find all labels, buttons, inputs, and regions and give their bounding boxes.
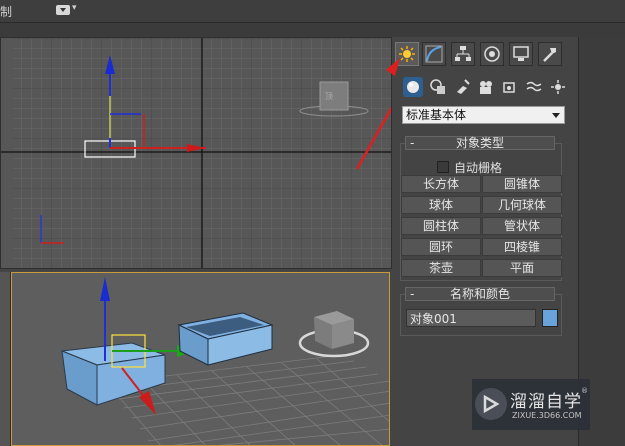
systems-icon [551,80,565,94]
annotation-arrowhead [386,58,400,76]
autogrid-checkbox[interactable] [437,161,449,173]
watermark-logo-icon [475,388,507,420]
workspace-dropdown[interactable] [56,5,70,15]
pyramid-button[interactable]: 四棱锥 [482,238,562,256]
collapse-toggle[interactable]: - [410,288,414,300]
toolbar-strip [0,23,625,37]
systems-subtab[interactable] [548,77,568,97]
sphere-button[interactable]: 球体 [401,196,481,214]
cone-button[interactable]: 圆锥体 [482,175,562,193]
menu-bar: 制 ▾ [0,0,625,23]
watermark-registered: ® [581,387,588,395]
modify-icon [425,45,443,63]
lights-icon [457,79,470,94]
helpers-icon [503,82,515,93]
name-color-header[interactable]: - 名称和颜色 [405,287,555,301]
display-icon [513,46,529,61]
plane-button[interactable]: 平面 [482,259,562,277]
chevron-down-icon [552,113,560,118]
cameras-icon [480,81,492,94]
modify-tab[interactable] [422,42,446,66]
utilities-tab[interactable] [538,42,562,66]
geosphere-button[interactable]: 几何球体 [482,196,562,214]
object-name-input[interactable] [406,309,536,327]
hierarchy-tab[interactable] [451,42,475,66]
top-viewport-canvas: 顶 [1,38,391,268]
box-button[interactable]: 长方体 [401,175,481,193]
cameras-subtab[interactable] [476,77,496,97]
autogrid-label: 自动栅格 [454,161,503,175]
torus-button[interactable]: 圆环 [401,238,481,256]
spacewarps-subtab[interactable] [524,77,544,97]
menu-label-fragment[interactable]: 制 [0,3,12,20]
collapse-toggle[interactable]: - [410,137,414,149]
category-dropdown-value: 标准基本体 [406,108,467,122]
display-tab[interactable] [509,42,533,66]
name-color-rollout: - 名称和颜色 [400,287,562,336]
viewport-left-strip [0,272,11,446]
teapot-button[interactable]: 茶壶 [401,259,481,277]
svg-text:顶: 顶 [325,92,333,101]
shapes-subtab[interactable] [428,77,448,97]
chevron-down-icon[interactable]: ▾ [72,3,77,13]
object-type-rollout: - 对象类型 自动栅格 长方体 圆锥体 球体 几何球体 圆柱体 管状体 圆环 四… [400,136,562,281]
watermark-title: 溜溜自学 [510,392,582,412]
motion-tab[interactable] [480,42,504,66]
object-type-title: 对象类型 [455,136,504,150]
motion-icon [484,46,500,62]
helpers-subtab[interactable] [500,77,520,97]
hierarchy-icon [455,46,471,61]
object-type-header[interactable]: - 对象类型 [405,136,555,150]
perspective-canvas [12,273,389,445]
shapes-icon [430,79,445,94]
lights-subtab[interactable] [452,77,472,97]
name-color-title: 名称和颜色 [449,287,510,301]
utilities-icon [543,48,556,62]
watermark-url: ZIXUE.3D66.COM [512,411,582,420]
perspective-viewport[interactable] [11,272,390,446]
spacewarps-icon [526,81,542,92]
top-viewport[interactable]: 顶 [0,37,392,269]
object-color-swatch[interactable] [542,309,558,327]
tube-button[interactable]: 管状体 [482,217,562,235]
watermark: 溜溜自学 ® ZIXUE.3D66.COM [472,379,590,430]
category-dropdown[interactable]: 标准基本体 [402,106,565,124]
cylinder-button[interactable]: 圆柱体 [401,217,481,235]
